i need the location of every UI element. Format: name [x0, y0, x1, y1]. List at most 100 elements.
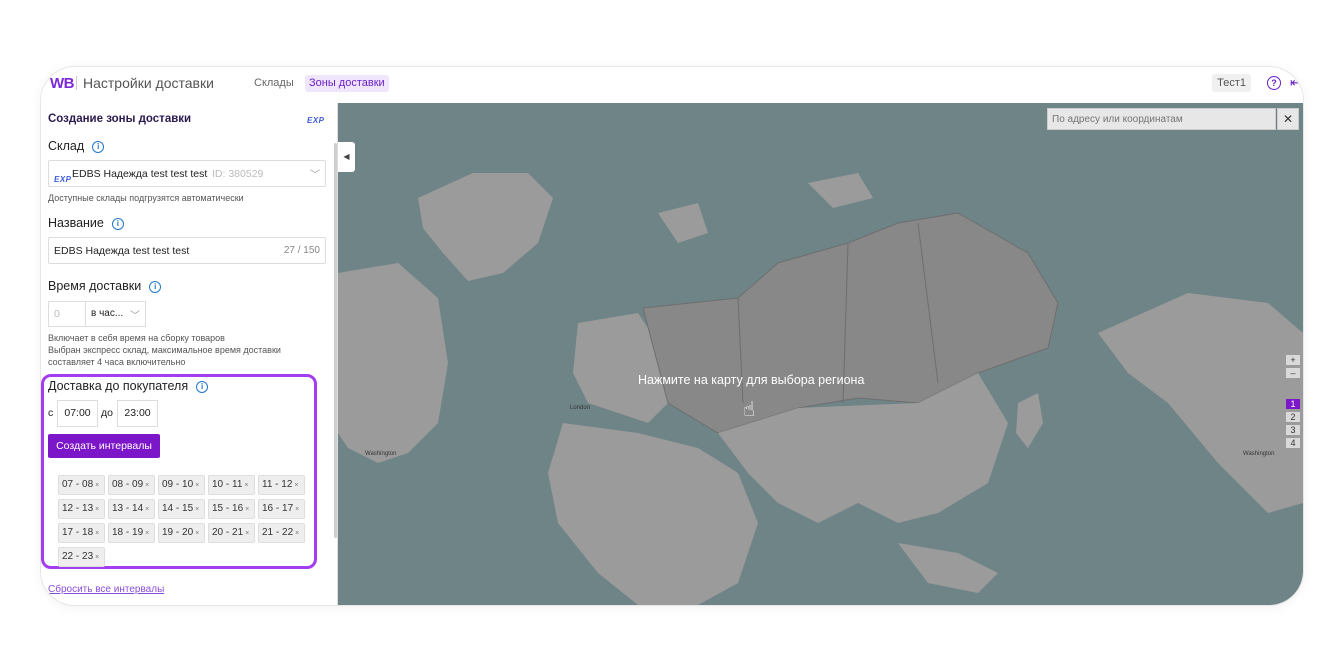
buyer-delivery-label: Доставка до покупателя i	[48, 379, 209, 393]
interval-chip[interactable]: 20 - 21 ×	[208, 523, 255, 543]
name-value: EDBS Надежда test test test	[54, 245, 190, 257]
delivery-time-amount-input[interactable]: 0	[48, 301, 86, 327]
info-icon[interactable]: i	[92, 141, 105, 153]
info-icon[interactable]: i	[149, 281, 162, 293]
map-label-london: London	[570, 405, 590, 411]
interval-chip[interactable]: 07 - 08 ×	[58, 475, 105, 495]
user-badge[interactable]: Тест1	[1212, 74, 1251, 92]
help-icon[interactable]: ?	[1267, 76, 1281, 90]
delivery-time-unit-select[interactable]: в час... ﹀	[85, 301, 146, 327]
zoom-level-4[interactable]: 4	[1286, 438, 1300, 448]
logout-icon[interactable]: ⇤	[1290, 75, 1301, 91]
remove-icon[interactable]: ×	[95, 530, 99, 537]
app-window: WB Настройки доставки Склады Зоны достав…	[41, 67, 1303, 605]
from-time-input[interactable]: 07:00	[57, 400, 98, 427]
map-search-box[interactable]	[1047, 108, 1276, 130]
interval-label: 07 - 08	[62, 479, 94, 490]
interval-label: 09 - 10	[162, 479, 194, 490]
remove-icon[interactable]: ×	[244, 482, 248, 489]
interval-chip[interactable]: 18 - 19 ×	[108, 523, 155, 543]
interval-chip[interactable]: 11 - 12 ×	[258, 475, 305, 495]
to-label: до	[101, 407, 113, 419]
sidebar-scrollbar[interactable]	[334, 143, 337, 538]
buyer-delivery-label-text: Доставка до покупателя	[48, 379, 189, 393]
world-map[interactable]: London Washington Washington	[338, 103, 1303, 605]
delivery-time-hint-3: составляет 4 часа включительно	[48, 357, 186, 367]
interval-chip[interactable]: 19 - 20 ×	[158, 523, 205, 543]
name-input[interactable]: EDBS Надежда test test test 27 / 150	[48, 237, 326, 264]
remove-icon[interactable]: ×	[295, 506, 299, 513]
chevron-down-icon: ﹀	[130, 311, 140, 322]
warehouse-select[interactable]: EXP EDBS Надежда test test test ID: 3805…	[48, 160, 326, 187]
remove-icon[interactable]: ×	[295, 530, 299, 537]
interval-label: 20 - 21	[212, 527, 244, 538]
warehouse-label-text: Склад	[48, 139, 85, 153]
interval-chip[interactable]: 17 - 18 ×	[58, 523, 105, 543]
interval-label: 11 - 12	[262, 479, 293, 490]
interval-chip[interactable]: 10 - 11 ×	[208, 475, 255, 495]
map-search-input[interactable]	[1048, 109, 1276, 130]
form-title: Создание зоны доставки	[48, 113, 192, 125]
collapse-sidebar-button[interactable]: ◀	[338, 142, 355, 172]
interval-chip[interactable]: 09 - 10 ×	[158, 475, 205, 495]
zoom-out-button[interactable]: –	[1286, 368, 1300, 378]
delivery-time-hint-2: Выбран экспресс склад, максимальное врем…	[48, 345, 281, 355]
interval-label: 21 - 22	[262, 527, 294, 538]
zone-form-sidebar: Создание зоны доставки EXP Склад i EXP ED…	[41, 103, 338, 605]
map-label-washington-right: Washington	[1243, 451, 1274, 457]
create-intervals-button[interactable]: Создать интервалы	[48, 434, 160, 458]
close-icon[interactable]: ✕	[1277, 108, 1299, 130]
interval-chip[interactable]: 16 - 17 ×	[258, 499, 305, 519]
interval-chip[interactable]: 14 - 15 ×	[158, 499, 205, 519]
remove-icon[interactable]: ×	[145, 530, 149, 537]
to-time-input[interactable]: 23:00	[117, 400, 158, 427]
remove-icon[interactable]: ×	[245, 506, 249, 513]
delivery-time-label: Время доставки i	[48, 279, 162, 293]
zoom-level-1[interactable]: 1	[1286, 399, 1300, 409]
info-icon[interactable]: i	[111, 218, 124, 230]
remove-icon[interactable]: ×	[195, 506, 199, 513]
zoom-level-3[interactable]: 3	[1286, 425, 1300, 435]
remove-icon[interactable]: ×	[195, 530, 199, 537]
remove-icon[interactable]: ×	[245, 530, 249, 537]
reset-intervals-link[interactable]: Сбросить все интервалы	[48, 584, 164, 595]
remove-icon[interactable]: ×	[145, 506, 149, 513]
interval-label: 17 - 18	[62, 527, 94, 538]
delivery-time-hint-1: Включает в себя время на сборку товаров	[48, 333, 225, 343]
remove-icon[interactable]: ×	[294, 482, 298, 489]
interval-chip[interactable]: 13 - 14 ×	[108, 499, 155, 519]
remove-icon[interactable]: ×	[95, 506, 99, 513]
tab-delivery-zones[interactable]: Зоны доставки	[305, 75, 389, 92]
interval-label: 15 - 16	[212, 503, 244, 514]
interval-chip[interactable]: 21 - 22 ×	[258, 523, 305, 543]
map-label-washington-left: Washington	[365, 451, 396, 457]
tab-warehouses[interactable]: Склады	[250, 75, 298, 92]
interval-label: 14 - 15	[162, 503, 194, 514]
delivery-time-unit: в час...	[91, 308, 124, 319]
remove-icon[interactable]: ×	[95, 554, 99, 561]
zoom-in-button[interactable]: +	[1286, 355, 1300, 365]
warehouse-label: Склад i	[48, 139, 105, 153]
delivery-time-label-text: Время доставки	[48, 279, 142, 293]
hand-pointer-icon: ☝	[743, 399, 756, 421]
interval-label: 18 - 19	[112, 527, 144, 538]
interval-chip[interactable]: 22 - 23 ×	[58, 547, 105, 567]
zoom-level-2[interactable]: 2	[1286, 412, 1300, 422]
remove-icon[interactable]: ×	[195, 482, 199, 489]
wb-logo[interactable]: WB	[50, 75, 75, 92]
interval-label: 19 - 20	[162, 527, 194, 538]
logo-divider	[76, 76, 77, 90]
name-char-counter: 27 / 150	[283, 245, 320, 256]
info-icon[interactable]: i	[196, 381, 209, 393]
interval-chip[interactable]: 12 - 13 ×	[58, 499, 105, 519]
map-area[interactable]: London Washington Washington	[338, 103, 1303, 605]
interval-label: 13 - 14	[112, 503, 144, 514]
interval-label: 12 - 13	[62, 503, 94, 514]
remove-icon[interactable]: ×	[95, 482, 99, 489]
interval-chip[interactable]: 15 - 16 ×	[208, 499, 255, 519]
remove-icon[interactable]: ×	[145, 482, 149, 489]
interval-chip[interactable]: 08 - 09 ×	[108, 475, 155, 495]
name-label: Название i	[48, 216, 124, 230]
warehouse-id: ID: 380529	[212, 168, 264, 180]
warehouse-value: EDBS Надежда test test test	[72, 168, 208, 180]
